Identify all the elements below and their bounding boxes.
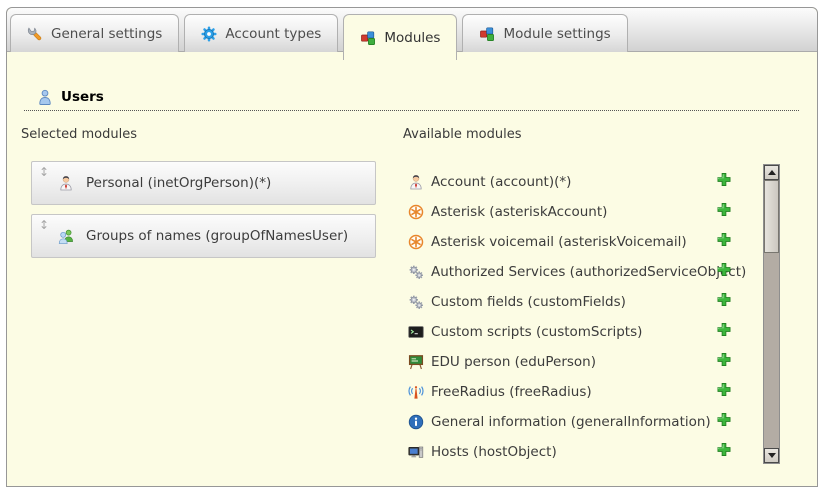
selected-module-row[interactable]: ↕ Groups of names (groupOfNamesUser) — [31, 214, 376, 258]
add-module-button[interactable] — [716, 412, 737, 433]
tab-label: Modules — [384, 30, 440, 46]
add-module-button[interactable] — [716, 172, 737, 193]
add-module-button[interactable] — [716, 202, 737, 223]
add-module-button[interactable] — [716, 352, 737, 373]
tab-modules[interactable]: Modules — [343, 14, 457, 60]
tab-account-types[interactable]: Account types — [184, 14, 338, 52]
drag-handle-icon[interactable]: ↕ — [39, 219, 49, 231]
remove-module-button[interactable] — [343, 174, 362, 193]
module-label: Custom fields (customFields) — [431, 294, 626, 310]
module-label: Asterisk voicemail (asteriskVoicemail) — [431, 234, 687, 250]
tab-list: General settings Account types Modules Modu… — [10, 14, 628, 60]
modules-icon — [360, 30, 376, 46]
module-label: FreeRadius (freeRadius) — [431, 384, 592, 400]
available-module-row: EDU person (eduPerson) — [408, 347, 760, 377]
available-module-row: Asterisk voicemail (asteriskVoicemail) — [408, 227, 760, 257]
tab-bar: General settings Account types Modules Modu… — [7, 8, 817, 52]
module-label: Custom scripts (customScripts) — [431, 324, 642, 340]
person-icon — [58, 175, 74, 191]
tab-general-settings[interactable]: General settings — [10, 14, 179, 52]
module-label: EDU person (eduPerson) — [431, 354, 596, 370]
available-modules-label: Available modules — [403, 127, 521, 142]
available-module-row: Hosts (hostObject) — [408, 437, 760, 467]
asterisk-icon — [408, 204, 424, 220]
scrollbar-thumb[interactable] — [764, 180, 779, 253]
tab-label: Module settings — [503, 26, 610, 42]
add-module-button[interactable] — [716, 292, 737, 313]
tab-label: Account types — [225, 26, 321, 42]
add-module-button[interactable] — [716, 262, 737, 283]
module-label: General information (generalInformation) — [431, 414, 711, 430]
remove-module-button[interactable] — [343, 227, 362, 246]
add-module-button[interactable] — [716, 322, 737, 343]
module-label: Hosts (hostObject) — [431, 444, 557, 460]
gears-icon — [408, 264, 424, 280]
arrow-down-icon — [768, 453, 776, 458]
module-label: Asterisk (asteriskAccount) — [431, 204, 607, 220]
available-module-row: FreeRadius (freeRadius) — [408, 377, 760, 407]
add-icon — [716, 352, 732, 368]
chalkboard-icon — [408, 354, 424, 370]
modules-icon — [479, 26, 495, 42]
scroll-up-button[interactable] — [764, 165, 779, 180]
available-module-row: Custom scripts (customScripts) — [408, 317, 760, 347]
add-icon — [716, 202, 732, 218]
gears-icon — [408, 294, 424, 310]
scroll-down-button[interactable] — [764, 448, 779, 463]
info-icon — [408, 414, 424, 430]
add-icon — [716, 172, 732, 188]
asterisk-icon — [408, 234, 424, 250]
available-modules-scrollbar[interactable] — [763, 164, 780, 464]
config-panel: General settings Account types Modules Modu… — [6, 7, 818, 487]
add-module-button[interactable] — [716, 232, 737, 253]
available-module-row: Custom fields (customFields) — [408, 287, 760, 317]
wrench-icon — [27, 26, 43, 42]
module-label: Groups of names (groupOfNamesUser) — [86, 228, 348, 244]
add-icon — [716, 442, 732, 458]
group-icon — [58, 228, 74, 244]
module-label: Personal (inetOrgPerson)(*) — [86, 175, 271, 191]
add-icon — [716, 412, 732, 428]
add-icon — [716, 322, 732, 338]
arrow-up-icon — [768, 170, 776, 175]
module-label: Authorized Services (authorizedServiceOb… — [431, 264, 746, 280]
available-module-row: General information (generalInformation) — [408, 407, 760, 437]
add-icon — [716, 232, 732, 248]
add-icon — [716, 262, 732, 278]
selected-modules-list: ↕ Personal (inetOrgPerson)(*) ↕ Groups of n… — [31, 161, 376, 258]
add-icon — [716, 292, 732, 308]
add-module-button[interactable] — [716, 442, 737, 463]
computer-icon — [408, 444, 424, 460]
antenna-icon — [408, 384, 424, 400]
add-module-button[interactable] — [716, 382, 737, 403]
terminal-icon — [408, 324, 424, 340]
drag-handle-icon[interactable]: ↕ — [39, 166, 49, 178]
selected-module-row[interactable]: ↕ Personal (inetOrgPerson)(*) — [31, 161, 376, 205]
section-divider — [24, 96, 799, 111]
selected-modules-label: Selected modules — [21, 127, 137, 142]
gear-icon — [201, 26, 217, 42]
tab-module-settings[interactable]: Module settings — [462, 14, 627, 52]
person-icon — [408, 174, 424, 190]
available-modules-list: Account (account)(*) Asterisk (asteriskAc… — [408, 167, 760, 467]
available-module-row: Authorized Services (authorizedServiceOb… — [408, 257, 760, 287]
available-module-row: Asterisk (asteriskAccount) — [408, 197, 760, 227]
available-module-row: Account (account)(*) — [408, 167, 760, 197]
module-label: Account (account)(*) — [431, 174, 571, 190]
tab-label: General settings — [51, 26, 162, 42]
add-icon — [716, 382, 732, 398]
